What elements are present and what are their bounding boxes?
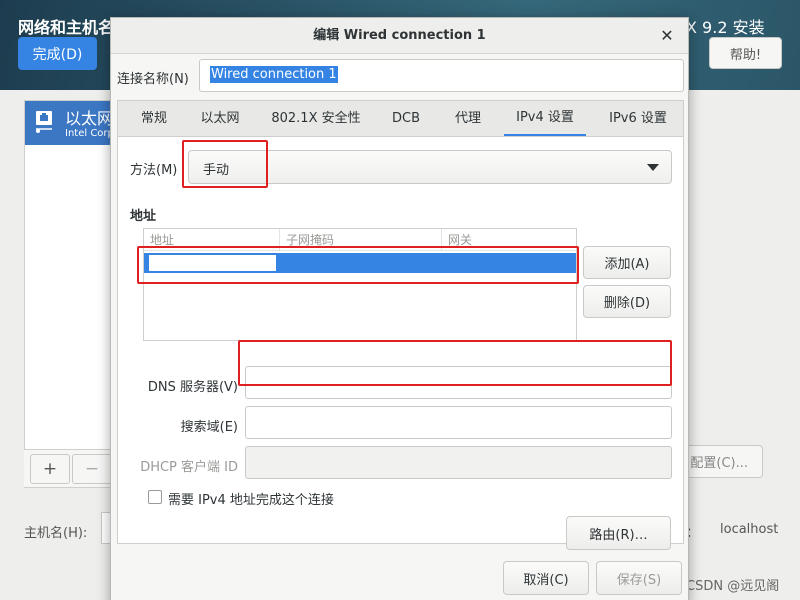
addresses-heading: 地址 xyxy=(130,209,157,224)
save-button[interactable]: 保存(S) xyxy=(596,561,682,595)
addresses-table-header: 地址 子网掩码 网关 xyxy=(144,229,576,251)
dialog-title: 编辑 Wired connection 1 xyxy=(313,28,486,43)
cancel-button[interactable]: 取消(C) xyxy=(503,561,589,595)
add-device-button[interactable]: + xyxy=(30,454,70,484)
tab-dcb[interactable]: DCB xyxy=(384,101,428,137)
require-ipv4-checkbox[interactable] xyxy=(148,490,162,504)
product-title: X 9.2 安装 xyxy=(686,18,765,37)
connection-name-value: Wired connection 1 xyxy=(210,66,338,83)
current-hostname: localhost xyxy=(720,522,779,537)
watermark: CSDN @远见阁 xyxy=(686,579,780,594)
method-select[interactable]: 手动 xyxy=(188,150,672,184)
network-device-list: 以太网 Intel Corp xyxy=(24,100,114,488)
device-list-toolbar: + − xyxy=(24,449,114,487)
tab-proxy[interactable]: 代理 xyxy=(448,101,488,137)
search-domains-label: 搜索域(E) xyxy=(180,420,238,435)
device-name: 以太网 xyxy=(65,109,114,128)
dns-servers-input[interactable] xyxy=(245,366,672,399)
routes-button[interactable]: 路由(R)… xyxy=(566,516,671,550)
tab-bar: 常规 以太网 802.1X 安全性 DCB 代理 IPv4 设置 IPv6 设置 xyxy=(117,100,684,137)
column-address[interactable]: 地址 xyxy=(144,229,280,251)
done-button[interactable]: 完成(D) xyxy=(18,37,97,70)
tab-ipv4-settings[interactable]: IPv4 设置 xyxy=(504,101,586,137)
tab-ipv6-settings[interactable]: IPv6 设置 xyxy=(598,101,678,137)
help-button[interactable]: 帮助! xyxy=(709,37,782,69)
page-title: 网络和主机名 xyxy=(18,18,115,37)
tab-ethernet[interactable]: 以太网 xyxy=(194,101,246,137)
chevron-down-icon xyxy=(647,164,659,171)
configure-button[interactable]: 配置(C)... xyxy=(685,445,763,478)
addresses-table: 地址 子网掩码 网关 xyxy=(143,228,577,341)
device-subtitle: Intel Corp xyxy=(65,128,114,139)
connection-name-input[interactable]: Wired connection 1 xyxy=(199,59,684,92)
search-domains-input[interactable] xyxy=(245,406,672,439)
ethernet-icon xyxy=(36,111,52,133)
connection-name-label: 连接名称(N) xyxy=(117,72,189,87)
close-icon[interactable]: ✕ xyxy=(656,25,678,47)
edit-connection-dialog: 编辑 Wired connection 1 ✕ 连接名称(N) Wired co… xyxy=(110,17,689,600)
add-address-button[interactable]: 添加(A) xyxy=(583,246,671,279)
dns-servers-label: DNS 服务器(V) xyxy=(147,380,238,395)
list-item-ethernet[interactable]: 以太网 Intel Corp xyxy=(25,101,114,145)
delete-address-button[interactable]: 删除(D) xyxy=(583,285,671,318)
method-label: 方法(M) xyxy=(130,163,178,178)
dhcp-client-id-label: DHCP 客户端 ID xyxy=(140,460,238,475)
hostname-label: 主机名(H): xyxy=(24,526,88,541)
tab-8021x-security[interactable]: 802.1X 安全性 xyxy=(266,101,366,137)
require-ipv4-label[interactable]: 需要 IPv4 地址完成这个连接 xyxy=(168,489,334,508)
tab-general[interactable]: 常规 xyxy=(128,101,180,137)
column-netmask[interactable]: 子网掩码 xyxy=(280,229,442,251)
table-row[interactable] xyxy=(144,253,576,273)
dhcp-client-id-input[interactable] xyxy=(245,446,672,479)
column-gateway[interactable]: 网关 xyxy=(442,229,578,251)
ipv4-settings-panel: 方法(M) 手动 地址 地址 子网掩码 网关 添加(A) 删除(D) DNS 服… xyxy=(117,136,684,550)
method-value: 手动 xyxy=(203,163,230,178)
remove-device-button[interactable]: − xyxy=(72,454,112,484)
address-cell-editor[interactable] xyxy=(149,255,276,271)
dialog-titlebar: 编辑 Wired connection 1 ✕ xyxy=(111,18,688,54)
